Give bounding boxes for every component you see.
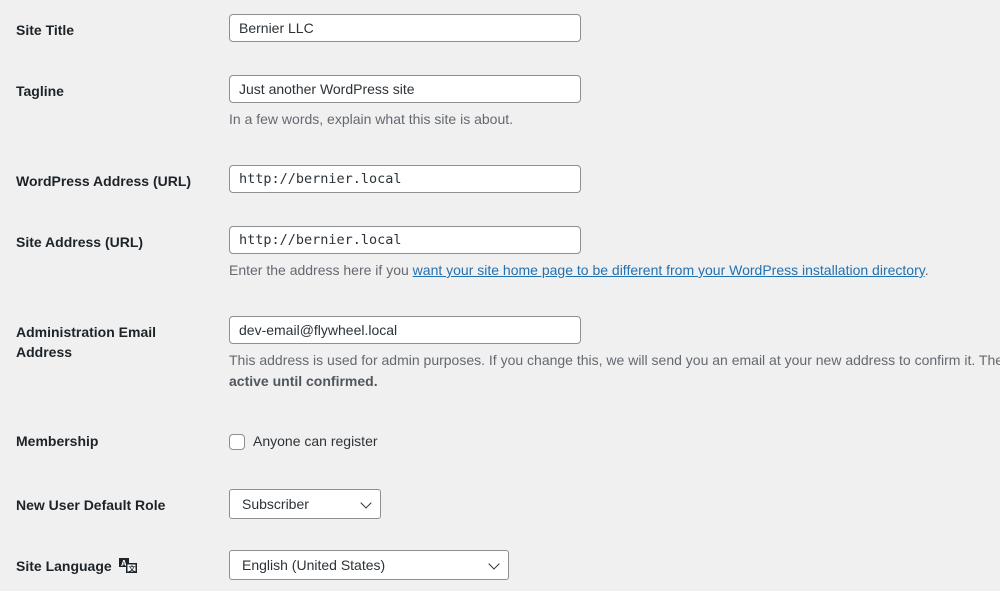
anyone-can-register-label[interactable]: Anyone can register [253, 431, 378, 452]
site-address-description: Enter the address here if you want your … [229, 260, 929, 281]
default-role-label: New User Default Role [16, 497, 166, 513]
site-language-label: Site Language A 文 [16, 556, 138, 576]
admin-email-label-line2: Address [16, 344, 73, 360]
chevron-down-icon [360, 497, 372, 509]
membership-label: Membership [16, 433, 99, 449]
wordpress-address-input[interactable]: http://bernier.local [229, 165, 581, 193]
admin-email-description-line2: active until confirmed. [229, 371, 378, 392]
translation-icon: A 文 [118, 557, 138, 573]
svg-text:文: 文 [128, 564, 136, 573]
default-role-value: Subscriber [242, 496, 309, 512]
site-address-label: Site Address (URL) [16, 234, 144, 250]
tagline-description: In a few words, explain what this site i… [229, 111, 514, 127]
site-address-input[interactable]: http://bernier.local [229, 226, 581, 254]
wordpress-address-label: WordPress Address (URL) [16, 173, 192, 189]
site-language-select[interactable]: English (United States) [229, 550, 509, 580]
site-address-desc-suffix: . [924, 262, 929, 278]
admin-email-description-bold: active until confirmed. [229, 373, 378, 389]
site-language-value: English (United States) [242, 557, 386, 573]
default-role-select[interactable]: Subscriber [229, 489, 381, 519]
admin-email-label-line1: Administration Email [16, 324, 157, 340]
admin-email-label: Administration Email Address [16, 322, 156, 362]
site-language-label-text: Site Language [16, 558, 112, 574]
site-title-input[interactable]: Bernier LLC [229, 14, 581, 42]
admin-email-description-line1: This address is used for admin purposes.… [229, 352, 1000, 368]
admin-email-input[interactable]: dev-email@flywheel.local [229, 316, 581, 344]
tagline-label: Tagline [16, 83, 64, 99]
site-address-desc-prefix: Enter the address here if you [229, 262, 413, 278]
anyone-can-register-checkbox[interactable] [229, 434, 245, 450]
chevron-down-icon [488, 558, 500, 570]
site-title-label: Site Title [16, 22, 75, 38]
tagline-input[interactable]: Just another WordPress site [229, 75, 581, 103]
site-address-help-link[interactable]: want your site home page to be different… [413, 262, 925, 278]
